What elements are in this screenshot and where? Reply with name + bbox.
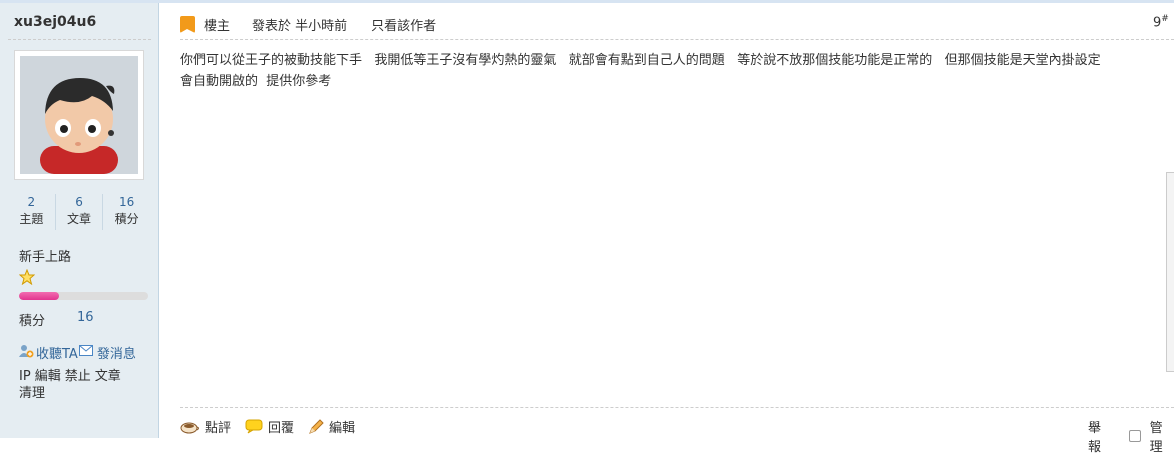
manage-label: 管理: [1149, 421, 1163, 455]
edit-icon: [309, 418, 324, 434]
admin-ban-link[interactable]: 禁止: [65, 369, 91, 384]
stat-label: 積分: [114, 212, 139, 226]
stat-threads[interactable]: 2 主題: [8, 194, 56, 230]
floor-suffix: #: [1161, 14, 1169, 24]
stat-value: 6: [75, 195, 83, 209]
only-author-link[interactable]: 只看該作者: [371, 15, 436, 34]
admin-edit-link[interactable]: 編輯: [35, 369, 61, 384]
side-panel-edge: [1166, 172, 1174, 372]
reply-label: 回覆: [268, 421, 295, 436]
edit-button[interactable]: 編輯: [308, 417, 355, 436]
floor-number[interactable]: 9#: [1153, 14, 1169, 30]
stat-credits[interactable]: 16 積分: [103, 194, 150, 230]
level-progress-fill: [19, 292, 59, 300]
divider: [8, 39, 151, 40]
stat-posts[interactable]: 6 文章: [56, 194, 104, 230]
stat-value: 2: [27, 195, 36, 209]
user-group[interactable]: 新手上路: [19, 246, 71, 265]
admin-posts-link[interactable]: 文章: [95, 369, 121, 384]
follow-link[interactable]: 收聽TA: [36, 343, 78, 362]
follow-icon: [18, 344, 34, 362]
reply-button[interactable]: 回覆: [245, 417, 294, 436]
rate-icon: [180, 422, 199, 433]
user-sidebar: xu3ej04u6 2 主題 6 文章 16 積分 新手上路 積分 16 收聽T…: [0, 3, 159, 438]
divider: [180, 407, 1174, 408]
user-stats: 2 主題 6 文章 16 積分: [8, 194, 150, 230]
star-icon: [19, 269, 35, 285]
post-header: 樓主 發表於 半小時前 只看該作者: [180, 14, 458, 34]
rate-label: 點評: [205, 421, 232, 436]
user-actions: 收聽TA 發消息: [18, 343, 136, 362]
top-border: [0, 0, 1174, 3]
owner-icon: [180, 15, 195, 33]
report-link[interactable]: 舉報: [1088, 417, 1112, 455]
stat-label: 文章: [67, 212, 92, 226]
divider: [180, 39, 1174, 40]
stat-label: 主題: [19, 212, 44, 226]
credit-label: 積分: [19, 314, 46, 329]
credit-value: 16: [77, 310, 94, 325]
post-content: 你們可以從王子的被動技能下手 我開低等王子沒有學灼熱的靈氣 就部會有點到自己人的…: [180, 53, 1101, 89]
level-progress-bar: [19, 292, 148, 300]
stat-value: 16: [119, 195, 135, 209]
username-link[interactable]: xu3ej04u6: [14, 14, 96, 30]
admin-clean-link[interactable]: 清理: [19, 386, 45, 401]
post-time: 發表於 半小時前: [252, 18, 348, 34]
rate-button[interactable]: 點評: [180, 417, 231, 436]
post-actions: 點評 回覆 編輯: [180, 417, 369, 436]
post-moderation: 舉報 管理: [1088, 417, 1174, 455]
avatar[interactable]: [14, 50, 144, 180]
admin-links: IP 編輯 禁止 文章清理: [19, 368, 144, 402]
avatar-image: [20, 56, 138, 174]
message-link[interactable]: 發消息: [97, 343, 136, 362]
mail-icon: [78, 345, 93, 360]
manage-checkbox[interactable]: [1129, 430, 1141, 442]
owner-label: 樓主: [204, 18, 231, 34]
reply-icon: [245, 419, 263, 434]
admin-ip-link[interactable]: IP: [19, 369, 31, 384]
edit-label: 編輯: [329, 421, 356, 436]
